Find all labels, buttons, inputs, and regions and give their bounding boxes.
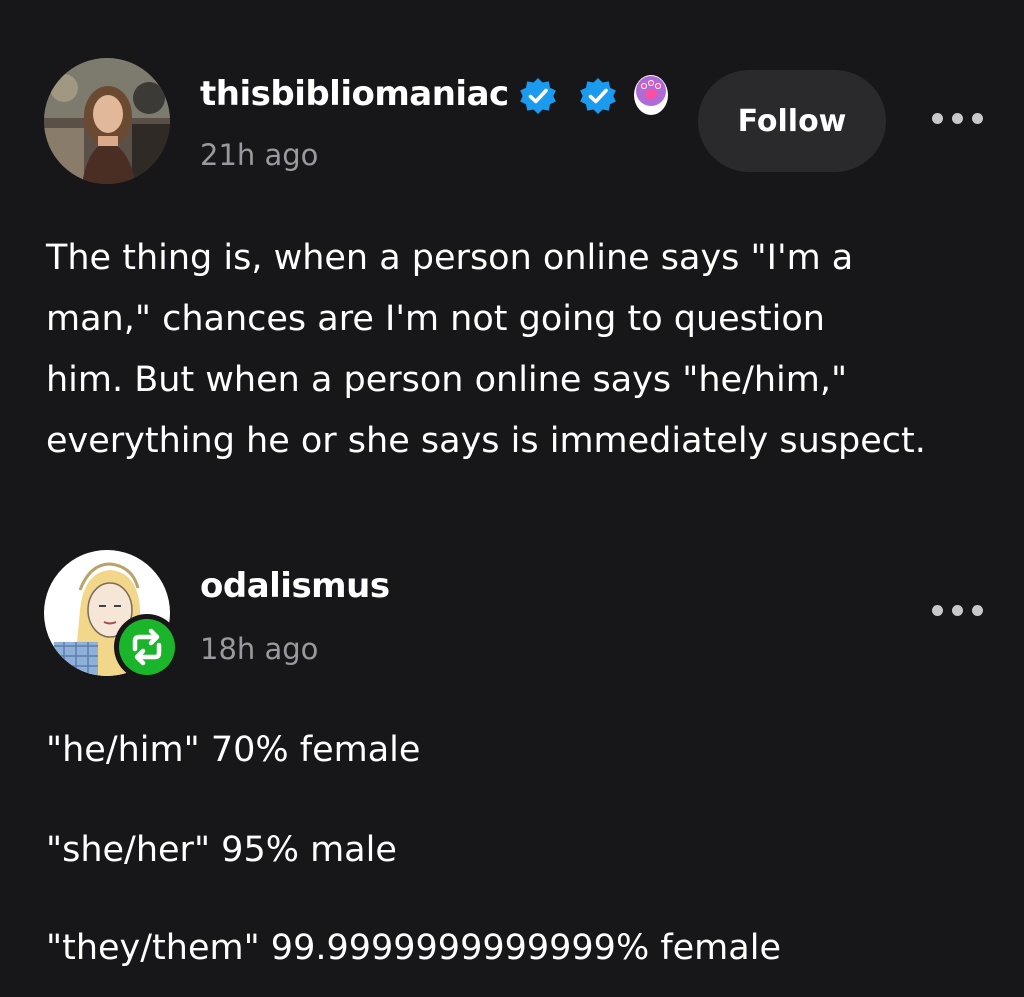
reblog-icon bbox=[119, 619, 175, 675]
reply-line: "she/her" 95% male bbox=[46, 830, 397, 870]
username[interactable]: odalismus bbox=[200, 566, 390, 606]
reply-line: "they/them" 99.9999999999999% female bbox=[46, 928, 781, 968]
reblog-badge bbox=[114, 614, 180, 680]
more-options-icon[interactable] bbox=[930, 596, 986, 626]
reblog-post: odalismus 18h ago "he/him" 70% female "s… bbox=[0, 0, 1024, 997]
reply-line: "he/him" 70% female bbox=[46, 730, 421, 770]
post-timestamp[interactable]: 18h ago bbox=[200, 632, 318, 666]
